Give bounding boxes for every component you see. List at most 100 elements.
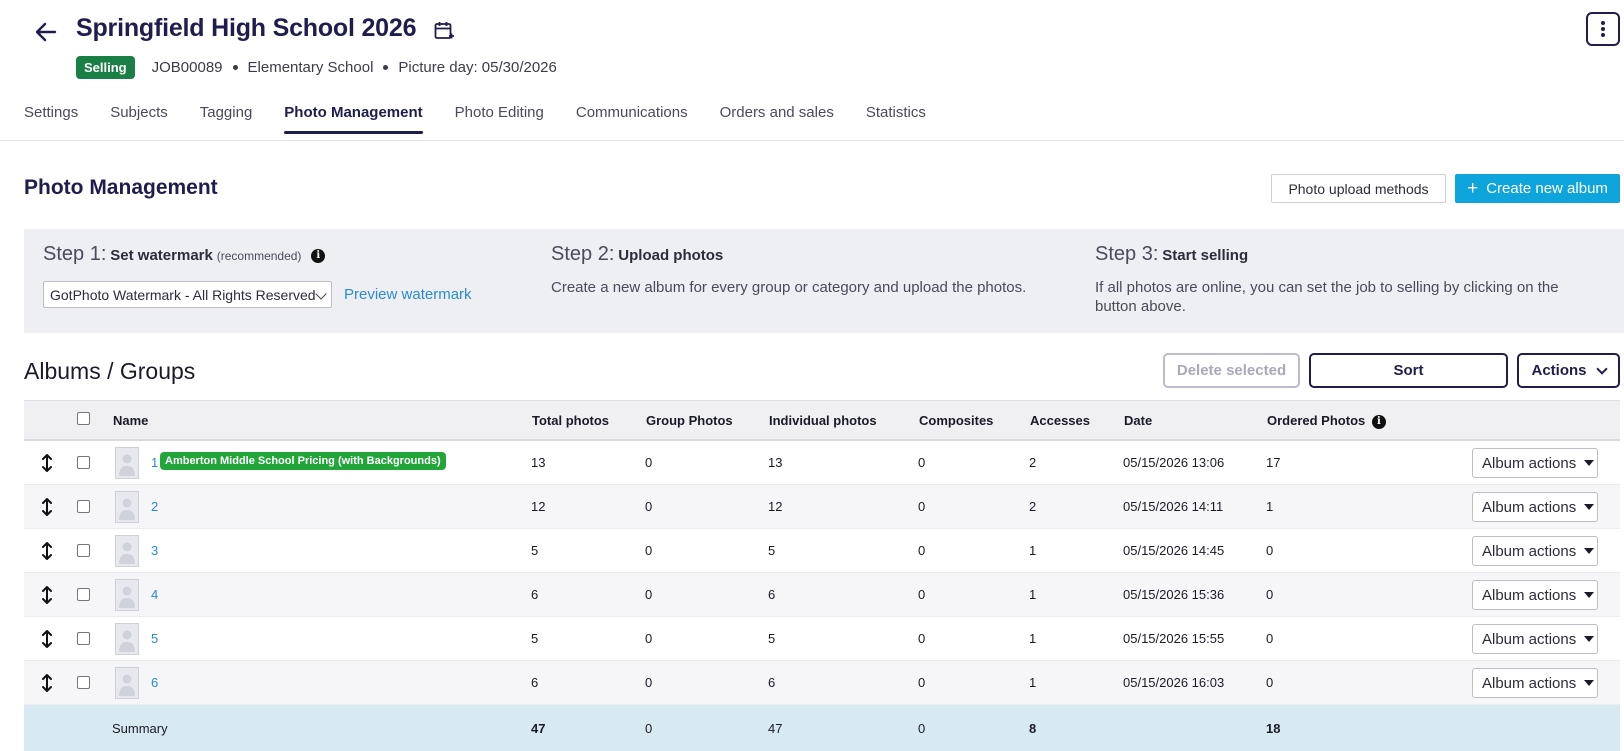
picture-day: Picture day: 05/30/2026 [398, 59, 557, 76]
step-3-text: If all photos are online, you can set th… [1095, 279, 1559, 315]
drag-handle-icon[interactable] [40, 585, 54, 605]
cell-group-photos: 0 [645, 587, 653, 602]
cell-date: 05/15/2026 15:55 [1123, 631, 1225, 646]
status-badge: Selling [76, 56, 135, 79]
cell-composites: 0 [918, 631, 926, 646]
cell-accesses: 2 [1029, 455, 1037, 470]
album-thumbnail[interactable] [115, 623, 139, 655]
column-header-total-photos: Total photos [532, 413, 610, 428]
cell-composites: 0 [918, 499, 926, 514]
tab-photo-management[interactable]: Photo Management [284, 104, 423, 134]
album-thumbnail[interactable] [115, 579, 139, 611]
photo-upload-methods-button[interactable]: Photo upload methods [1271, 174, 1446, 203]
actions-label: Actions [1531, 362, 1587, 379]
album-actions-label: Album actions [1482, 542, 1577, 560]
album-name-link[interactable]: 6 [151, 675, 158, 690]
row-checkbox[interactable] [77, 632, 90, 645]
row-checkbox[interactable] [77, 588, 90, 601]
album-actions-dropdown[interactable]: Album actions [1472, 580, 1598, 610]
tab-communications[interactable]: Communications [576, 104, 688, 132]
tab-statistics[interactable]: Statistics [866, 104, 926, 132]
albums-table: Name Total photos Group Photos Individua… [24, 400, 1620, 751]
cell-accesses: 1 [1029, 587, 1037, 602]
album-actions-dropdown[interactable]: Album actions [1472, 668, 1598, 698]
row-checkbox[interactable] [77, 676, 90, 689]
preview-watermark-link[interactable]: Preview watermark [344, 286, 472, 303]
drag-handle-icon[interactable] [40, 629, 54, 649]
row-checkbox[interactable] [77, 456, 90, 469]
select-all-checkbox[interactable] [77, 412, 90, 425]
albums-title: Albums / Groups [24, 358, 196, 384]
cell-ordered-photos: 0 [1266, 587, 1274, 602]
create-new-album-label: Create new album [1486, 180, 1608, 197]
cell-group-photos: 0 [645, 631, 653, 646]
summary-individual: 47 [768, 721, 783, 736]
album-thumbnail[interactable] [115, 535, 139, 567]
person-placeholder-icon [116, 536, 138, 566]
delete-selected-button[interactable]: Delete selected [1163, 353, 1300, 388]
album-actions-dropdown[interactable]: Album actions [1472, 448, 1598, 478]
cell-composites: 0 [918, 587, 926, 602]
album-actions-label: Album actions [1482, 454, 1577, 472]
drag-handle-icon[interactable] [40, 541, 54, 561]
tab-tagging[interactable]: Tagging [200, 104, 253, 132]
tab-orders-and-sales[interactable]: Orders and sales [720, 104, 834, 132]
cell-accesses: 1 [1029, 543, 1037, 558]
album-thumbnail[interactable] [115, 667, 139, 699]
chevron-down-icon [315, 288, 327, 300]
cell-total-photos: 5 [531, 631, 539, 646]
drag-handle-icon[interactable] [40, 497, 54, 517]
tab-subjects[interactable]: Subjects [110, 104, 168, 132]
album-actions-dropdown[interactable]: Album actions [1472, 492, 1598, 522]
cell-group-photos: 0 [645, 499, 653, 514]
calendar-add-icon[interactable] [433, 20, 455, 42]
watermark-select[interactable]: GotPhoto Watermark - All Rights Reserved [43, 281, 332, 308]
more-vertical-icon [1601, 20, 1605, 38]
plus-icon: + [1467, 178, 1479, 199]
album-actions-dropdown[interactable]: Album actions [1472, 624, 1598, 654]
cell-composites: 0 [918, 543, 926, 558]
album-actions-label: Album actions [1482, 630, 1577, 648]
cell-individual-photos: 13 [768, 455, 783, 470]
album-name-link[interactable]: 5 [151, 631, 158, 646]
summary-row: Summary 47 0 47 0 8 18 [24, 705, 1620, 751]
cell-date: 05/15/2026 15:36 [1123, 587, 1225, 602]
tab-settings[interactable]: Settings [24, 104, 78, 132]
cell-composites: 0 [918, 455, 926, 470]
cell-individual-photos: 5 [768, 543, 776, 558]
cell-group-photos: 0 [645, 543, 653, 558]
step-1: Step 1: Set watermark (recommended) i [43, 243, 326, 266]
album-thumbnail[interactable] [115, 447, 139, 479]
column-header-date: Date [1124, 413, 1153, 428]
album-name-link[interactable]: 1 [151, 455, 158, 470]
album-thumbnail[interactable] [115, 491, 139, 523]
caret-down-icon [1584, 548, 1595, 554]
info-icon[interactable]: i [311, 249, 326, 264]
album-actions-dropdown[interactable]: Album actions [1472, 536, 1598, 566]
cell-composites: 0 [918, 675, 926, 690]
cell-accesses: 2 [1029, 499, 1037, 514]
drag-handle-icon[interactable] [40, 673, 54, 693]
row-checkbox[interactable] [77, 544, 90, 557]
album-name-link[interactable]: 2 [151, 499, 158, 514]
tab-photo-editing[interactable]: Photo Editing [455, 104, 544, 132]
step-1-note: (recommended) [216, 249, 302, 263]
actions-button[interactable]: Actions [1517, 353, 1620, 388]
drag-handle-icon[interactable] [40, 453, 54, 473]
album-name-link[interactable]: 3 [151, 543, 158, 558]
cell-date: 05/15/2026 14:45 [1123, 543, 1225, 558]
sort-button[interactable]: Sort [1309, 353, 1508, 388]
cell-total-photos: 12 [531, 499, 546, 514]
info-icon[interactable]: i [1371, 414, 1386, 429]
back-arrow-icon[interactable] [33, 20, 59, 44]
person-placeholder-icon [116, 668, 138, 698]
cell-date: 05/15/2026 13:06 [1123, 455, 1225, 470]
row-checkbox[interactable] [77, 500, 90, 513]
cell-date: 05/15/2026 16:03 [1123, 675, 1225, 690]
album-actions-label: Album actions [1482, 586, 1577, 604]
more-options-button[interactable] [1586, 12, 1620, 46]
create-new-album-button[interactable]: + Create new album [1455, 174, 1620, 203]
album-name-link[interactable]: 4 [151, 587, 158, 602]
cell-total-photos: 6 [531, 675, 539, 690]
cell-group-photos: 0 [645, 675, 653, 690]
